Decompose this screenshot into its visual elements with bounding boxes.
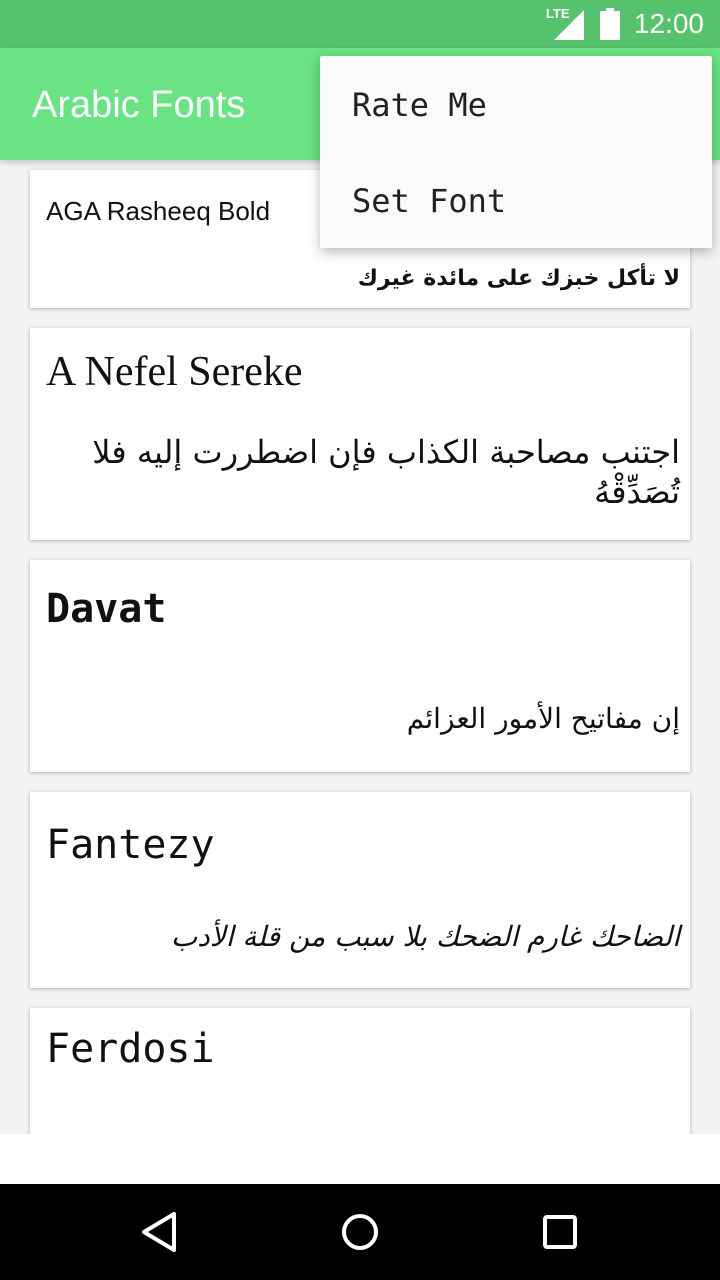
clock: 12:00 — [633, 8, 704, 39]
recents-square-icon[interactable] — [536, 1208, 584, 1256]
font-name: Fantezy — [46, 822, 215, 868]
back-triangle-icon[interactable] — [136, 1208, 184, 1256]
font-sample: اجتنب مصاحبة الكذاب فإن اضطررت إليه فلا … — [92, 433, 680, 511]
font-sample: الضاحك غارم الضحك بلا سبب من قلة الأدب — [170, 920, 680, 953]
font-card-davat[interactable]: Davat إن مفاتيح الأمور العزائم — [30, 560, 690, 772]
font-sample: إن مفاتيح الأمور العزائم — [406, 702, 680, 735]
app-title: Arabic Fonts — [32, 84, 246, 126]
overflow-menu: Rate Me Set Font — [320, 56, 712, 248]
status-icons: LTE 12:00 — [546, 0, 704, 48]
font-card-fantezy[interactable]: Fantezy الضاحك غارم الضحك بلا سبب من قلة… — [30, 792, 690, 988]
navigation-bar — [0, 1184, 720, 1280]
font-name: AGA Rasheeq Bold — [46, 196, 271, 226]
status-bar: LTE 12:00 — [0, 0, 720, 48]
font-list[interactable]: AGA Rasheeq Bold لا تأكل خبزك على مائدة … — [0, 160, 720, 1134]
font-name: A Nefel Sereke — [46, 349, 303, 395]
font-name: Davat — [46, 586, 167, 632]
lte-signal-icon: LTE — [546, 6, 586, 42]
home-circle-icon[interactable] — [336, 1208, 384, 1256]
menu-item-rate-me[interactable]: Rate Me — [352, 86, 487, 124]
menu-item-set-font[interactable]: Set Font — [352, 182, 506, 220]
battery-icon — [599, 8, 620, 40]
font-card-ferdosi[interactable]: Ferdosi — [30, 1008, 690, 1134]
font-name: Ferdosi — [46, 1026, 215, 1072]
font-card-a-nefel-sereke[interactable]: A Nefel Sereke اجتنب مصاحبة الكذاب فإن ا… — [30, 328, 690, 540]
screen: LTE 12:00 Arabic Fonts AGA Rasheeq Bold … — [0, 0, 720, 1280]
font-sample: لا تأكل خبزك على مائدة غيرك — [357, 266, 680, 291]
